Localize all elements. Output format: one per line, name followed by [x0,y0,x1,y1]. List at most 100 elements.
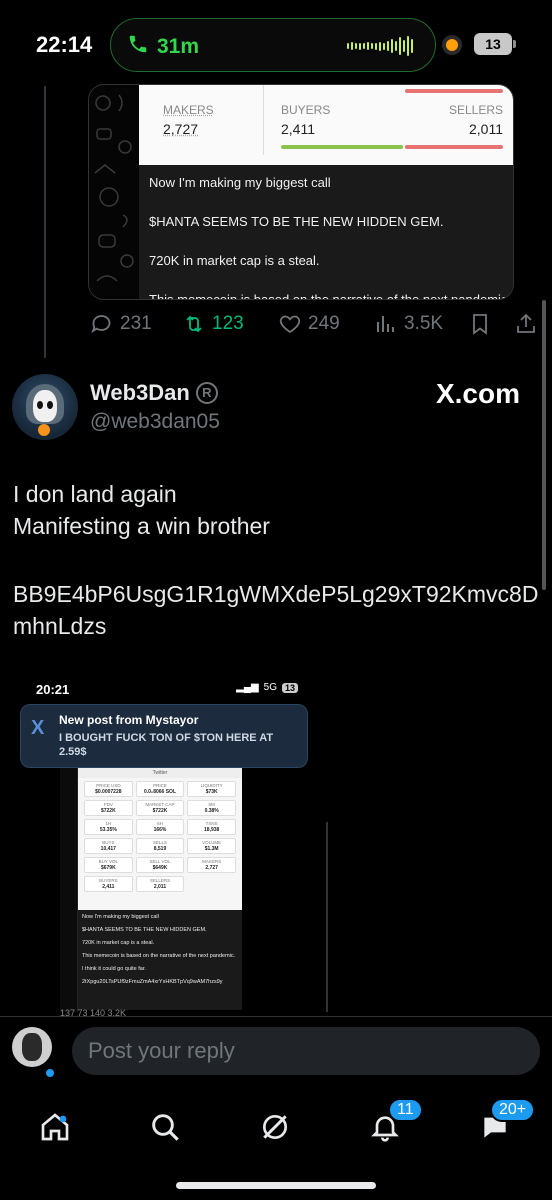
home-icon [41,1113,69,1141]
embedded-stat-cell: MARKET CAP $722K [135,800,185,816]
embedded-stat-label: MAKERS [202,859,222,864]
reply-bar [0,1016,552,1090]
token-stats-panel: MAKERS 2,727 BUYERS 2,411 SELLERS 2,011 [139,85,513,165]
embedded-scroll-line [326,822,328,1012]
reply-button[interactable]: 231 [90,312,152,336]
author-avatar[interactable] [12,374,78,440]
repost-icon [186,315,202,333]
embedded-stat-value: $722K [100,808,116,814]
online-indicator [46,1069,54,1077]
like-count: 249 [308,313,340,334]
grok-tab[interactable] [250,1102,300,1152]
embedded-stat-value: 0.38% [204,808,219,814]
tweet-text-line: I don land again [13,481,177,507]
author-name[interactable]: Web3Dan R [90,380,218,406]
embedded-stat-cell: VOLUME $1.3M [187,838,236,854]
sellers-bar-top [405,89,503,93]
embedded-notification: X New post from Mystayor I BOUGHT FUCK T… [20,704,308,768]
home-tab[interactable] [30,1102,80,1152]
display-name: Web3Dan [90,380,190,405]
sellers-stat: SELLERS 2,011 [449,103,503,137]
image-text-line: 720K in market cap is a steal. [149,253,320,268]
doodle-background [89,85,139,299]
embedded-stat-cell: BUYERS 2,411 [84,876,133,892]
status-bar: 22:14 31m 13 [0,0,552,90]
call-indicator[interactable]: 31m [127,33,199,61]
dynamic-island-call[interactable]: 31m [110,18,436,72]
reply-input[interactable] [72,1027,540,1075]
embedded-stat-cell: 6H 166% [135,819,185,835]
bookmark-icon [473,314,487,335]
user-avatar[interactable] [12,1027,52,1067]
embedded-time: 20:21 [36,682,70,697]
embedded-stat-value: 8,519 [153,846,167,852]
image-text-line: This memecoin is based on the narrative … [149,292,512,300]
registered-icon: R [195,382,218,404]
bitcoin-icon [38,424,50,436]
image-text-line: $HANTA SEEMS TO BE THE NEW HIDDEN GEM. [149,214,444,229]
reply-count: 231 [120,313,152,334]
embedded-stat-cell: BUYS 10,417 [84,838,133,854]
search-tab[interactable] [140,1102,190,1152]
author-handle[interactable]: @web3dan05 [90,410,220,434]
avatar-mask [33,390,57,422]
embedded-stat-label: 5M [208,802,215,807]
previous-tweet-actions: 231 123 249 3.5K [90,312,540,340]
embedded-doodle-background [60,768,78,1012]
notification-title: New post from Mystayor [59,713,199,727]
previous-tweet-image[interactable]: MAKERS 2,727 BUYERS 2,411 SELLERS 2,011 … [88,84,514,300]
tweet-media-screenshot[interactable]: 20:21 ▂▄▆ 5G 13 X New post from Mystayor… [12,672,342,1016]
repost-button[interactable]: 123 [182,312,244,336]
views-button[interactable]: 3.5K [374,312,443,336]
panel-divider [263,85,264,155]
embedded-stat-label: PRICE [153,783,167,788]
embedded-stat-label: MARKET CAP [145,802,175,807]
embedded-stat-label: BUY VOL [98,859,119,864]
call-duration: 31m [157,35,200,58]
embedded-stat-cell: PRICE 0.0₅8066 SOL [135,781,185,797]
views-chart-icon [377,316,394,332]
share-button[interactable] [514,312,538,336]
view-count: 3.5K [404,313,444,334]
mic-in-use-indicator [446,39,458,51]
messages-badge: 20+ [490,1098,536,1122]
embedded-card-header: Twitter [78,768,242,778]
embedded-stat-value: $73K [205,789,218,795]
embedded-text-block: Now I'm making my biggest call $HANTA SE… [78,910,242,1010]
heart-icon [279,315,301,334]
token-address: BB9E4bP6UsgG1R1gWMXdeP5Lg29xT92Kmvc8Dmhn… [13,581,539,639]
buyers-bar [281,145,403,149]
grok-icon [263,1115,287,1139]
embedded-stat-label: SELLERS [149,878,171,883]
battery-icon: 13 [474,33,516,55]
embedded-stat-label: FDV [103,802,113,807]
makers-label: MAKERS [163,103,214,117]
embedded-stat-value: 2,727 [205,865,218,871]
embedded-stat-label: BUYS [102,840,115,845]
embedded-stat-cell: 1H 53.35% [84,819,133,835]
like-button[interactable]: 249 [278,312,340,336]
tweet-text: I don land again Manifesting a win broth… [13,478,270,542]
embedded-stat-value: 0.0₅8066 SOL [143,789,177,795]
embedded-text-line: 2tXpgu20LTsPUf9zFmuZmA4xrYxHKBTpVq9wAM7h… [82,979,223,985]
embedded-stat-label: 6H [157,821,163,826]
embedded-stat-label: TXNS [205,821,218,826]
scrollbar[interactable] [542,300,546,590]
embedded-stat-cell: MAKERS 2,727 [187,857,236,873]
bookmark-button[interactable] [468,312,492,336]
home-indicator[interactable] [176,1182,376,1189]
embedded-stat-value: 10,417 [100,846,116,852]
x-watermark: X.com [435,378,520,409]
embedded-text-line: $HANTA SEEMS TO BE THE NEW HIDDEN GEM. [82,927,207,933]
embedded-stat-value: $679K [100,865,116,871]
embedded-stat-cell: PRICE USD $0.0007228 [84,781,133,797]
makers-stat: MAKERS 2,727 [163,103,214,137]
embedded-stat-value: $649K [152,865,168,871]
embedded-stat-value: 2,411 [102,884,115,890]
embedded-stat-cell: SELLERS 2,011 [135,876,185,892]
embedded-stat-label: SELL VOL [149,859,171,864]
makers-value: 2,727 [163,121,199,137]
embedded-stat-cell: BUY VOL $679K [84,857,133,873]
embedded-battery-icon: 13 [281,682,298,693]
embedded-stat-label: 1H [105,821,112,826]
